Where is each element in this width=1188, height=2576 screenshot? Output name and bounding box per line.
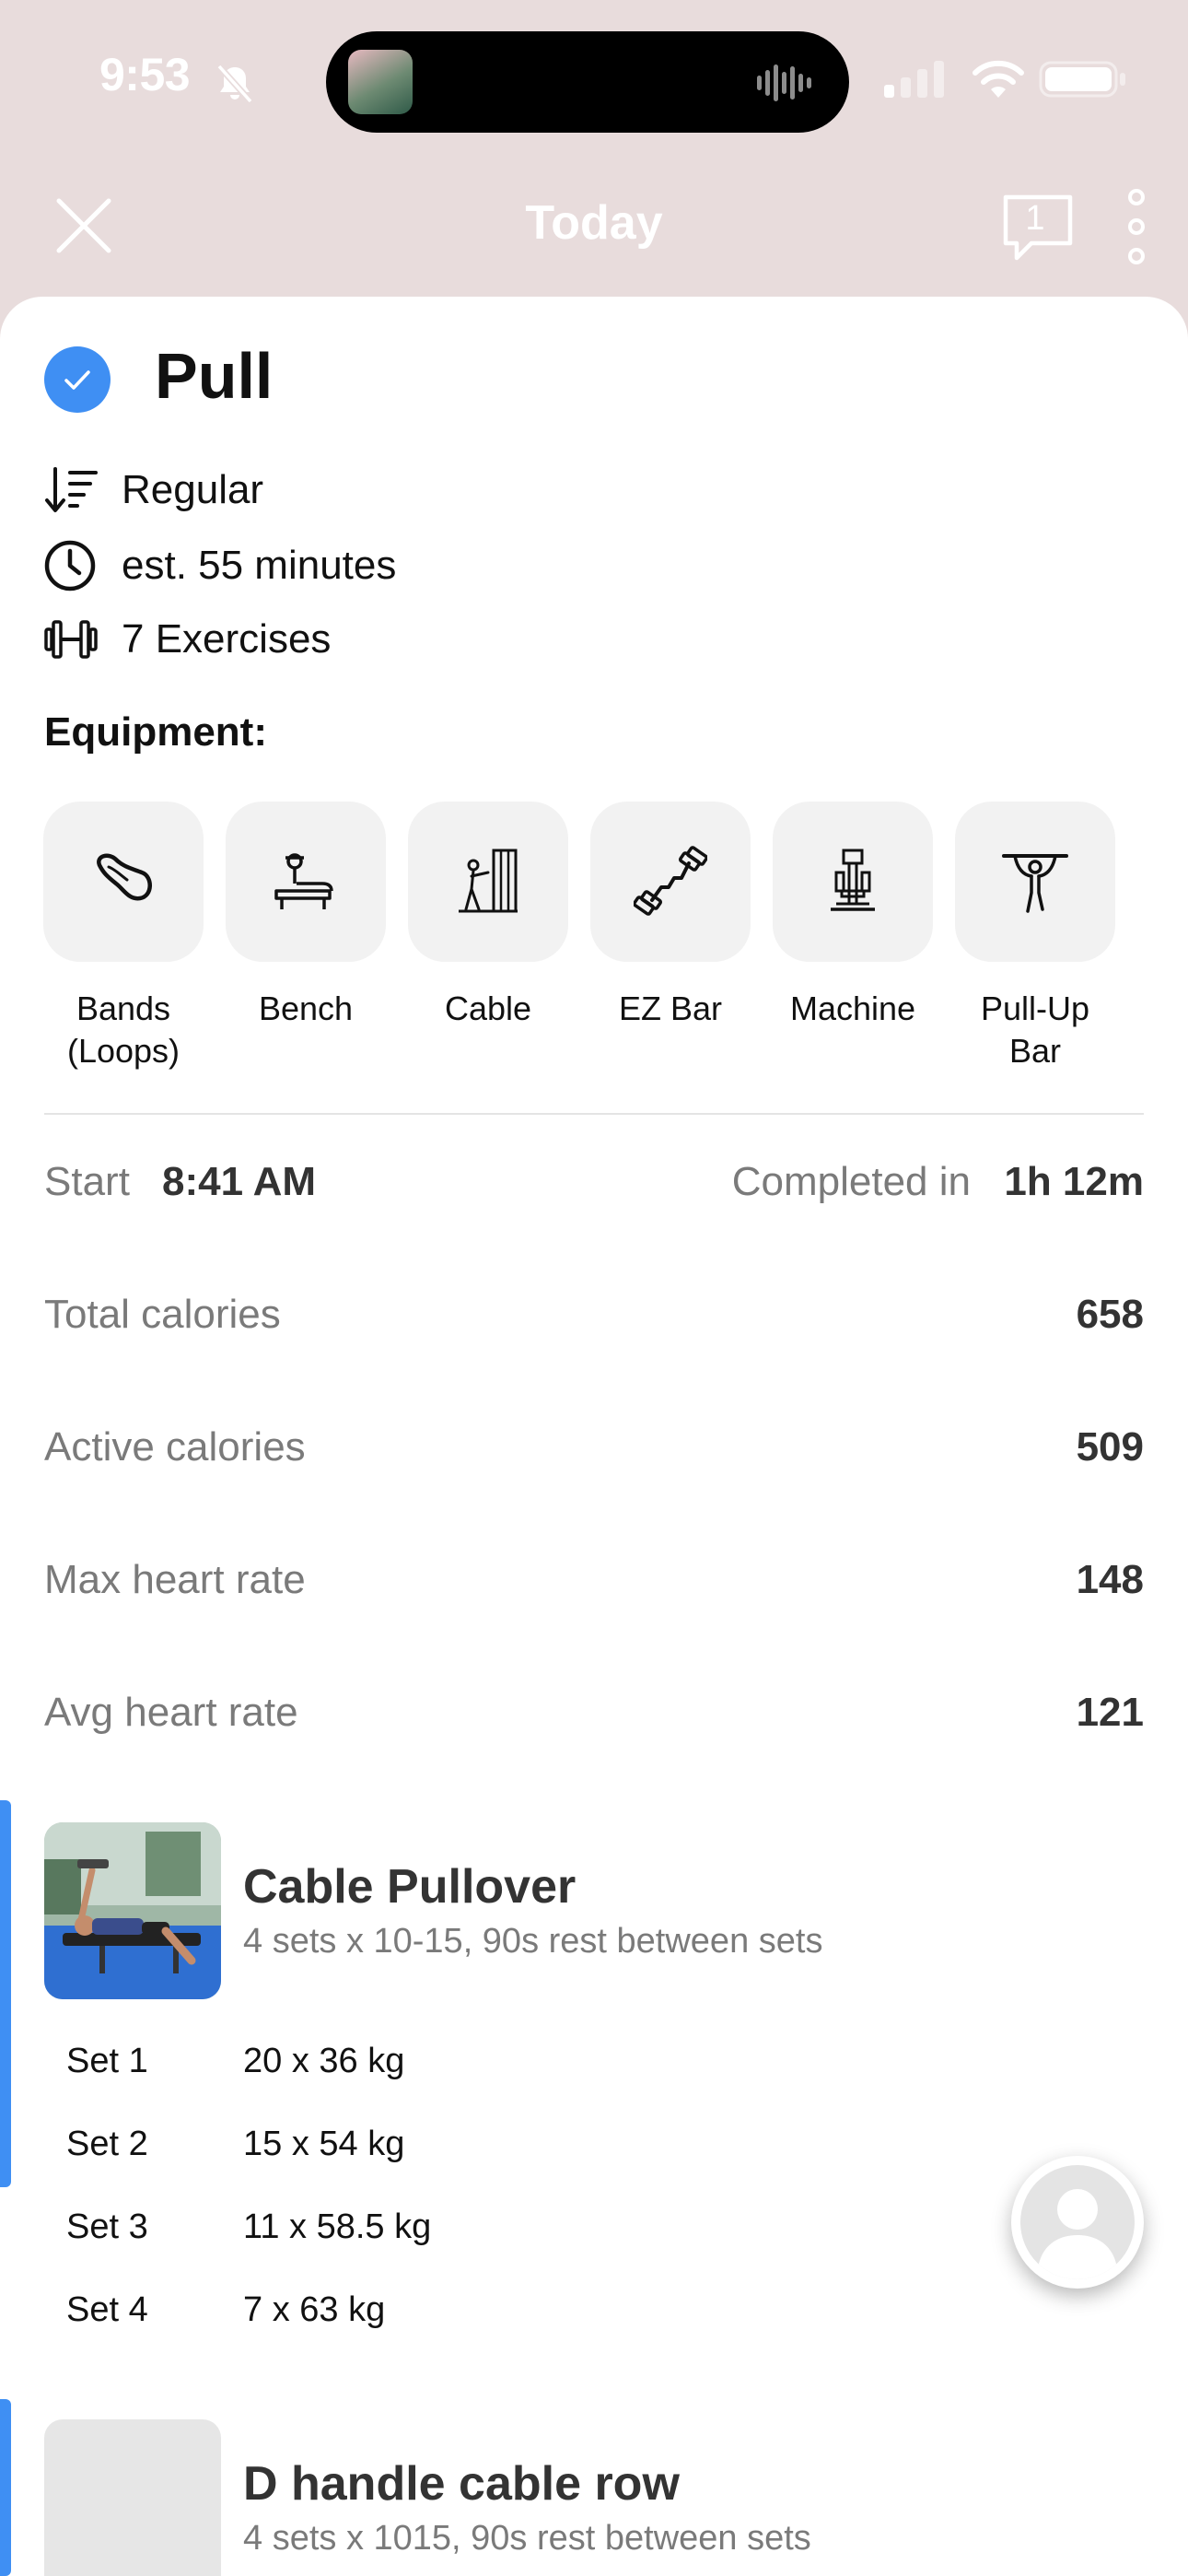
- set-result[interactable]: 7 x 63 kg: [243, 2290, 385, 2330]
- total-calories-row: Total calories 658: [44, 1282, 1144, 1347]
- workout-duration-text: est. 55 minutes: [122, 543, 397, 588]
- set-label: Set 1: [66, 2042, 148, 2080]
- completed-duration[interactable]: 1h 12m: [1004, 1159, 1144, 1205]
- set-result[interactable]: 11 x 58.5 kg: [243, 2207, 431, 2247]
- stat-label: Active calories: [44, 1424, 306, 1469]
- workout-order-row: Regular: [44, 463, 263, 518]
- workout-time-row: Start 8:41 AM Completed in 1h 12m: [44, 1150, 1144, 1214]
- avg-heart-rate-row: Avg heart rate 121: [44, 1680, 1144, 1745]
- completed-check-icon[interactable]: [44, 346, 111, 413]
- equipment-item-pull-up-bar[interactable]: Pull-Up Bar: [954, 802, 1116, 1072]
- battery-icon: [1039, 61, 1125, 98]
- machine-icon: [773, 802, 933, 962]
- equipment-label: Machine: [789, 989, 916, 1027]
- exercise-progress-bar: [0, 2399, 11, 2576]
- completed-label: Completed in: [731, 1159, 971, 1204]
- ez-bar-icon: [590, 802, 751, 962]
- active-calories-row: Active calories 509: [44, 1415, 1144, 1480]
- now-playing-artwork: [348, 50, 413, 114]
- equipment-item-ez-bar[interactable]: EZ Bar: [589, 802, 751, 1030]
- status-time: 9:53: [99, 49, 191, 100]
- cellular-signal-icon: [884, 61, 944, 98]
- equipment-label: Bench: [258, 989, 354, 1027]
- set-result[interactable]: 15 x 54 kg: [243, 2125, 404, 2164]
- stat-label: Avg heart rate: [44, 1690, 298, 1735]
- stat-value: 148: [1076, 1557, 1144, 1602]
- workout-exercise-count-row: 7 Exercises: [44, 612, 331, 667]
- resistance-band-icon: [43, 802, 204, 962]
- set-result[interactable]: 20 x 36 kg: [243, 2042, 404, 2081]
- comments-button[interactable]: 1: [1000, 192, 1077, 265]
- more-options-icon[interactable]: [1118, 188, 1155, 265]
- set-label: Set 4: [66, 2290, 148, 2329]
- equipment-heading: Equipment:: [44, 709, 267, 755]
- workout-duration-row: est. 55 minutes: [44, 538, 396, 593]
- set-label: Set 3: [66, 2207, 148, 2246]
- stat-value: 658: [1076, 1292, 1144, 1337]
- audio-waveform-icon: [757, 64, 811, 101]
- equipment-item-cable[interactable]: Cable: [407, 802, 569, 1030]
- dumbbell-icon: [44, 612, 103, 667]
- equipment-label: Bands (Loops): [66, 989, 181, 1070]
- equipment-item-machine[interactable]: Machine: [772, 802, 934, 1030]
- workout-title: Pull: [155, 340, 274, 412]
- max-heart-rate-row: Max heart rate 148: [44, 1548, 1144, 1612]
- coach-avatar-button[interactable]: [1011, 2156, 1144, 2289]
- start-time[interactable]: 8:41 AM: [162, 1159, 316, 1205]
- workout-order-text: Regular: [122, 467, 264, 512]
- bench-icon: [226, 802, 386, 962]
- sort-order-icon: [44, 463, 103, 518]
- stat-value: 121: [1076, 1690, 1144, 1735]
- stat-value: 509: [1076, 1424, 1144, 1469]
- exercise-thumbnail[interactable]: [44, 1822, 221, 1999]
- cable-machine-icon: [408, 802, 568, 962]
- workout-sheet: Pull Regular est. 55 minutes 7 Exercises…: [0, 297, 1188, 2576]
- exercise-name[interactable]: Cable Pullover: [243, 1859, 576, 1914]
- wifi-icon: [973, 60, 1024, 98]
- exercise-thumbnail[interactable]: [44, 2419, 221, 2576]
- equipment-item-bench[interactable]: Bench: [225, 802, 387, 1030]
- comment-count: 1: [1025, 199, 1045, 238]
- clock-icon: [44, 538, 103, 593]
- equipment-label: Cable: [444, 989, 532, 1027]
- set-label: Set 2: [66, 2125, 148, 2163]
- status-bar: 9:53: [0, 0, 1188, 166]
- dynamic-island[interactable]: [326, 31, 849, 133]
- pull-up-bar-icon: [955, 802, 1115, 962]
- equipment-label: EZ Bar: [618, 989, 723, 1027]
- equipment-item-bands[interactable]: Bands (Loops): [42, 802, 204, 1072]
- exercise-prescription: 4 sets x 10-15, 90s rest between sets: [243, 1922, 823, 1961]
- workout-exercise-count-text: 7 Exercises: [122, 616, 332, 662]
- stat-label: Total calories: [44, 1292, 281, 1337]
- exercise-name[interactable]: D handle cable row: [243, 2456, 680, 2512]
- bell-muted-icon: [216, 64, 253, 104]
- equipment-label: Pull-Up Bar: [980, 989, 1090, 1070]
- stat-label: Max heart rate: [44, 1557, 306, 1602]
- exercise-progress-bar: [0, 1800, 11, 2187]
- start-label: Start: [44, 1159, 130, 1204]
- exercise-prescription: 4 sets x 1015, 90s rest between sets: [243, 2519, 811, 2558]
- avatar: [1020, 2165, 1135, 2279]
- section-divider: [44, 1113, 1144, 1115]
